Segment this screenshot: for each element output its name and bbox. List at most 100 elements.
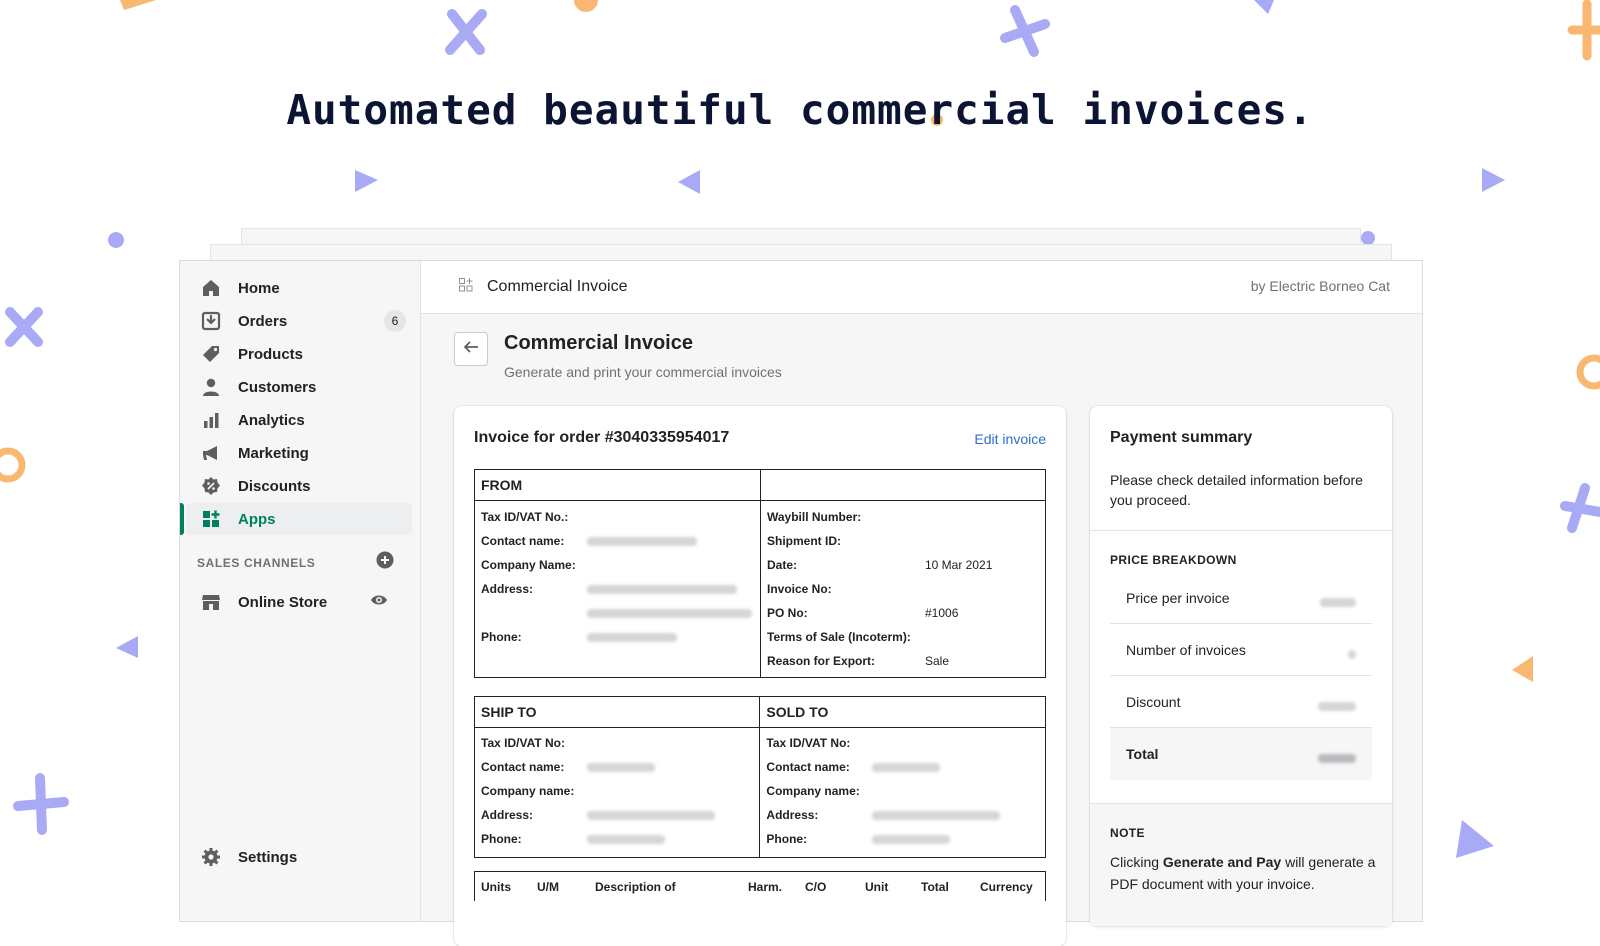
sold-to-header: SOLD TO [759, 696, 1046, 728]
po-value: #1006 [925, 606, 959, 620]
field-label: Phone: [766, 832, 808, 846]
total-row: Total [1110, 728, 1372, 780]
sidebar-item-marketing[interactable]: Marketing [180, 437, 412, 469]
column-header: Unit [865, 879, 889, 894]
app-window: Home Orders 6 Products Customers Analyti… [179, 260, 1423, 946]
redacted-value [1320, 593, 1356, 609]
price-breakdown-heading: PRICE BREAKDOWN [1110, 553, 1237, 567]
redacted-value [872, 803, 1001, 827]
app-developer[interactable]: by Electric Borneo Cat [1251, 278, 1390, 294]
sidebar-item-label: Products [238, 345, 304, 363]
sidebar-item-products[interactable]: Products [180, 338, 412, 370]
date-value: 10 Mar 2021 [925, 558, 993, 572]
home-icon [200, 277, 222, 299]
redacted-value [1318, 697, 1356, 713]
redacted-value [1318, 749, 1356, 765]
sidebar-item-label: Settings [238, 848, 298, 866]
note-text-bold: Generate and Pay [1162, 854, 1282, 870]
add-sales-channel-icon[interactable] [376, 551, 394, 574]
gear-icon [200, 846, 222, 868]
column-header: C/O [805, 879, 827, 894]
field-label: Tax ID/VAT No: [766, 736, 851, 750]
redacted-value [872, 827, 951, 851]
sidebar-item-online-store[interactable]: Online Store [180, 586, 412, 618]
field-label: Contact name: [766, 760, 850, 774]
field-label: Address: [481, 808, 534, 822]
from-table: FROM Tax ID/VAT No.: Contact name: Compa… [474, 469, 1046, 678]
orders-count-badge: 6 [384, 310, 406, 332]
reason-value: Sale [925, 654, 950, 668]
sidebar-item-apps[interactable]: Apps [180, 503, 412, 535]
column-header: Total [921, 879, 949, 894]
from-header: FROM [474, 469, 761, 501]
redacted-value [587, 529, 697, 553]
invoice-card: Invoice for order #3040335954017 Edit in… [454, 406, 1066, 946]
page-subtitle: Generate and print your commercial invoi… [504, 364, 782, 380]
sidebar-item-discounts[interactable]: Discounts [180, 470, 412, 502]
redacted-value [872, 755, 941, 779]
sidebar-item-orders[interactable]: Orders 6 [180, 305, 412, 337]
edit-invoice-link[interactable]: Edit invoice [974, 431, 1046, 447]
parties-table: SHIP TO SOLD TO Tax ID/VAT No: Contact n… [473, 696, 1046, 858]
eye-icon[interactable] [370, 593, 388, 611]
sidebar: Home Orders 6 Products Customers Analyti… [180, 261, 421, 921]
sold-to-details: Tax ID/VAT No: Contact name: Company nam… [759, 727, 1046, 858]
field-label: Date: [767, 558, 798, 572]
field-label: PO No: [767, 606, 808, 620]
invoice-title: Invoice for order #3040335954017 [474, 429, 730, 446]
sidebar-item-label: Discounts [238, 477, 311, 495]
discount-row: Discount [1110, 676, 1372, 728]
sidebar-item-label: Apps [238, 510, 276, 528]
back-button[interactable] [454, 332, 488, 366]
column-header: U/M [537, 879, 559, 894]
field-label: Address: [766, 808, 819, 822]
redacted-value [587, 625, 677, 649]
store-icon [200, 591, 222, 613]
row-label: Total [1126, 746, 1159, 762]
sidebar-item-customers[interactable]: Customers [180, 371, 412, 403]
ship-to-header: SHIP TO [473, 696, 761, 728]
divider [1090, 530, 1392, 531]
sidebar-item-analytics[interactable]: Analytics [180, 404, 412, 436]
field-label: Invoice No: [767, 582, 832, 596]
field-label: Reason for Export: [767, 654, 876, 668]
apps-icon [200, 508, 222, 530]
sidebar-item-label: Marketing [238, 444, 309, 462]
person-icon [200, 376, 222, 398]
redacted-value [587, 577, 737, 601]
megaphone-icon [200, 442, 222, 464]
row-label: Number of invoices [1126, 641, 1246, 658]
number-of-invoices-row: Number of invoices [1110, 624, 1372, 676]
sidebar-item-settings[interactable]: Settings [180, 841, 412, 873]
active-indicator [180, 503, 184, 535]
note-text: Clicking Generate and Pay will generate … [1110, 851, 1380, 895]
discount-icon [200, 475, 222, 497]
payment-summary-description: Please check detailed information before… [1110, 472, 1363, 508]
field-label: Company name: [481, 784, 575, 798]
field-label: Contact name: [481, 760, 565, 774]
field-label: Address: [481, 582, 534, 596]
main-content: Commercial Invoice by Electric Borneo Ca… [421, 261, 1422, 946]
field-label: Tax ID/VAT No.: [481, 510, 569, 524]
ship-to-details: Tax ID/VAT No: Contact name: Company nam… [473, 727, 761, 858]
bar-chart-icon [200, 409, 222, 431]
orders-icon [200, 310, 222, 332]
field-label: Terms of Sale (Incoterm): [767, 630, 911, 644]
page-title: Commercial Invoice [504, 332, 693, 354]
hero-title: Automated beautiful commercial invoices. [286, 86, 1314, 134]
sales-channels-heading: SALES CHANNELS [197, 556, 316, 570]
row-label: Price per invoice [1126, 589, 1230, 606]
sidebar-item-label: Online Store [238, 593, 328, 611]
redacted-value [587, 827, 665, 851]
field-label: Company name: [766, 784, 860, 798]
row-label: Discount [1126, 693, 1181, 710]
column-header: Harm. [748, 879, 783, 894]
sidebar-item-label: Analytics [238, 411, 305, 429]
app-topbar: Commercial Invoice by Electric Borneo Ca… [421, 261, 1422, 314]
redacted-value [587, 803, 715, 827]
sidebar-item-home[interactable]: Home [180, 272, 412, 304]
blank-header [760, 469, 1046, 501]
column-header: Currency [980, 879, 1033, 894]
redacted-value [1348, 645, 1356, 661]
redacted-value [587, 601, 752, 625]
